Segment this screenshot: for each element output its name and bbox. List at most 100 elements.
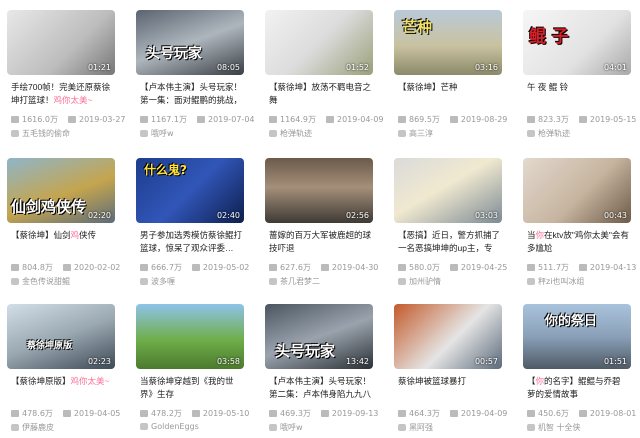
uploader-name: 机智 十全侠 <box>538 423 581 432</box>
video-card[interactable]: 01:21 手绘700帧！完美还原蔡徐坤打篮球！鸡你太美~ 1616.0万 2019-… <box>7 10 126 144</box>
uploader[interactable]: 哦呼w <box>269 422 303 433</box>
video-title-text: 当蔡徐坤穿越到《我的世界》生存 <box>140 376 234 399</box>
video-title-text: 【蔡徐坤】仙剑 <box>11 230 71 240</box>
video-thumbnail[interactable]: 01:21 <box>7 10 115 75</box>
uploader[interactable]: 伊藤鹿皮 <box>11 422 54 433</box>
uploader[interactable]: 茶几君梦二 <box>269 276 320 287</box>
uploader-icon <box>398 424 406 431</box>
uploader[interactable]: 五毛钱的偷命 <box>11 128 70 139</box>
video-thumbnail[interactable]: 头号玩家 08:05 <box>136 10 244 75</box>
play-count-icon <box>269 264 277 271</box>
play-count-icon <box>140 116 148 123</box>
video-stats: 823.3万 2019-05-15 <box>527 114 636 125</box>
video-title-text: 蔡徐坤被篮球暴打 <box>398 376 467 386</box>
video-card[interactable]: 仙剑鸡侠传 02:20 【蔡徐坤】仙剑鸡侠传 804.8万 2020-02-02 金色传说… <box>7 158 120 292</box>
video-card[interactable]: 03:58 当蔡徐坤穿越到《我的世界》生存 478.2万 2019-05-10 Gold… <box>136 304 249 438</box>
video-card[interactable]: 01:52 【蔡徐坤】放荡不羁电音之舞 1164.9万 2019-04-09 枪弹轨迹 <box>265 10 384 144</box>
video-card[interactable]: 00:43 当你在ktv放"鸡你太美"会有多尴尬 511.7万 2019-04-13 秤… <box>523 158 636 292</box>
calendar-icon <box>320 264 329 271</box>
play-count-icon <box>11 116 19 123</box>
video-title[interactable]: 男子参加选秀模仿蔡徐鲲打篮球，惊呆了观众评委… <box>140 229 242 255</box>
video-title[interactable]: 蔷嫁的百万大军被鹿超的球技吓退 <box>269 229 371 255</box>
video-card[interactable]: 头号玩家 13:42 【卢本伟主演】头号玩家！第二集：卢本伟身陷九九八 469.3万 2… <box>265 304 378 438</box>
video-title[interactable]: 蔡徐坤被篮球暴打 <box>398 375 500 401</box>
uploader[interactable]: 哦呼w <box>140 128 174 139</box>
video-thumbnail[interactable]: 蔡徐坤原版 02:23 <box>7 304 115 369</box>
video-thumbnail[interactable]: 00:57 <box>394 304 502 369</box>
video-card[interactable]: 什么鬼? 02:40 男子参加选秀模仿蔡徐鲲打篮球，惊呆了观众评委… 666.7万 20… <box>136 158 249 292</box>
video-thumbnail[interactable]: 头号玩家 13:42 <box>265 304 373 369</box>
upload-date-text: 2019-04-05 <box>73 409 121 418</box>
upload-date: 2019-04-30 <box>320 263 378 272</box>
uploader[interactable]: GoldenEggs <box>140 422 199 431</box>
video-duration: 02:23 <box>87 357 111 366</box>
uploader[interactable]: 加州驴情 <box>398 276 441 287</box>
uploader[interactable]: 枪弹轨迹 <box>527 128 570 139</box>
uploader-name: 加州驴情 <box>409 277 441 286</box>
video-title-text: 【蔡徐坤】放荡不羁电音之舞 <box>269 82 371 105</box>
video-title[interactable]: 午 夜 鲲 铃 <box>527 81 629 107</box>
video-title[interactable]: 【卢本伟主演】头号玩家！第二集：卢本伟身陷九九八 <box>269 375 371 401</box>
upload-date-text: 2020-02-02 <box>73 263 121 272</box>
uploader-name: 哦呼w <box>280 423 303 432</box>
uploader[interactable]: 波多喱 <box>140 276 175 287</box>
uploader-icon <box>269 278 277 285</box>
upload-date-text: 2019-08-29 <box>460 115 508 124</box>
uploader[interactable]: 枪弹轨迹 <box>269 128 312 139</box>
video-title[interactable]: 【蔡徐坤】仙剑鸡侠传 <box>11 229 113 255</box>
video-title[interactable]: 【蔡徐坤】放荡不羁电音之舞 <box>269 81 371 107</box>
uploader[interactable]: 秤zi也叫冰组 <box>527 276 584 287</box>
video-thumbnail[interactable]: 03:58 <box>136 304 244 369</box>
video-card[interactable]: 芒种 03:16 【蔡徐坤】芒种 869.5万 2019-08-29 高三淳 <box>394 10 507 144</box>
uploader[interactable]: 黑阿强 <box>398 422 433 433</box>
video-title-text: 蔷嫁的百万大军被鹿超的球技吓退 <box>269 230 371 253</box>
play-count: 469.3万 <box>280 409 311 418</box>
video-card[interactable]: 00:57 蔡徐坤被篮球暴打 464.3万 2019-04-09 黑阿强 <box>394 304 507 438</box>
video-card[interactable]: 鲲 子 04:01 午 夜 鲲 铃 823.3万 2019-05-15 枪弹轨迹 <box>523 10 636 144</box>
video-card[interactable]: 蔡徐坤原版 02:23 【蔡徐坤原版】鸡你太美~ 478.6万 2019-04-05 伊藤… <box>7 304 120 438</box>
video-thumbnail[interactable]: 仙剑鸡侠传 02:20 <box>7 158 115 223</box>
uploader-icon <box>140 278 148 285</box>
video-thumbnail[interactable]: 你的祭日 01:51 <box>523 304 631 369</box>
video-title[interactable]: 【恶搞】近日，警方抓捕了一名恶搞坤坤的up主，专家 <box>398 229 500 255</box>
video-title-text: 当 <box>527 230 536 240</box>
uploader[interactable]: 机智 十全侠 <box>527 422 581 433</box>
calendar-icon <box>320 410 329 417</box>
upload-date: 2019-04-13 <box>578 263 636 272</box>
video-title[interactable]: 【你的名字】鲲鲲与乔碧萝的爱情故事 <box>527 375 629 401</box>
play-count-icon <box>527 116 535 123</box>
upload-date: 2019-05-15 <box>578 115 636 124</box>
video-title[interactable]: 当你在ktv放"鸡你太美"会有多尴尬 <box>527 229 629 255</box>
video-thumbnail[interactable]: 01:52 <box>265 10 373 75</box>
video-card[interactable]: 你的祭日 01:51 【你的名字】鲲鲲与乔碧萝的爱情故事 450.6万 2019-08-… <box>523 304 636 438</box>
uploader-icon <box>269 130 277 137</box>
video-stats: 627.6万 2019-04-30 <box>269 262 378 273</box>
uploader-name: 枪弹轨迹 <box>538 129 570 138</box>
video-title-highlight: 鸡 <box>70 230 80 240</box>
video-thumbnail[interactable]: 鲲 子 04:01 <box>523 10 631 75</box>
uploader[interactable]: 高三淳 <box>398 128 433 139</box>
video-title-text: 【恶搞】近日，警方抓捕了一名恶搞坤坤的up主，专家 <box>398 230 500 253</box>
video-title[interactable]: 【卢本伟主演】头号玩家！第一集：面对鲲鹏的挑战， <box>140 81 242 107</box>
video-card[interactable]: 02:56 蔷嫁的百万大军被鹿超的球技吓退 627.6万 2019-04-30 茶几君梦… <box>265 158 378 292</box>
video-duration: 02:40 <box>216 211 240 220</box>
video-thumbnail[interactable]: 00:43 <box>523 158 631 223</box>
upload-date: 2019-04-05 <box>62 409 121 418</box>
video-thumbnail[interactable]: 02:56 <box>265 158 373 223</box>
video-thumbnail[interactable]: 芒种 03:16 <box>394 10 502 75</box>
video-title[interactable]: 当蔡徐坤穿越到《我的世界》生存 <box>140 375 242 401</box>
thumbnail-caption: 蔡徐坤原版 <box>27 341 73 351</box>
video-title[interactable]: 【蔡徐坤原版】鸡你太美~ <box>11 375 113 401</box>
video-thumbnail[interactable]: 03:03 <box>394 158 502 223</box>
thumbnail-caption: 仙剑鸡侠传 <box>11 198 87 216</box>
uploader-icon <box>140 423 148 430</box>
video-card[interactable]: 03:03 【恶搞】近日，警方抓捕了一名恶搞坤坤的up主，专家 580.0万 2019… <box>394 158 507 292</box>
video-title[interactable]: 手绘700帧！完美还原蔡徐坤打篮球！鸡你太美~ <box>11 81 113 107</box>
video-thumbnail[interactable]: 什么鬼? 02:40 <box>136 158 244 223</box>
upload-date: 2019-09-13 <box>320 409 378 418</box>
play-count: 580.0万 <box>409 263 440 272</box>
video-title[interactable]: 【蔡徐坤】芒种 <box>398 81 500 107</box>
uploader[interactable]: 金色传说甜鲲 <box>11 276 70 287</box>
video-duration: 00:57 <box>474 357 498 366</box>
video-card[interactable]: 头号玩家 08:05 【卢本伟主演】头号玩家！第一集：面对鲲鹏的挑战， 1167.1万… <box>136 10 255 144</box>
